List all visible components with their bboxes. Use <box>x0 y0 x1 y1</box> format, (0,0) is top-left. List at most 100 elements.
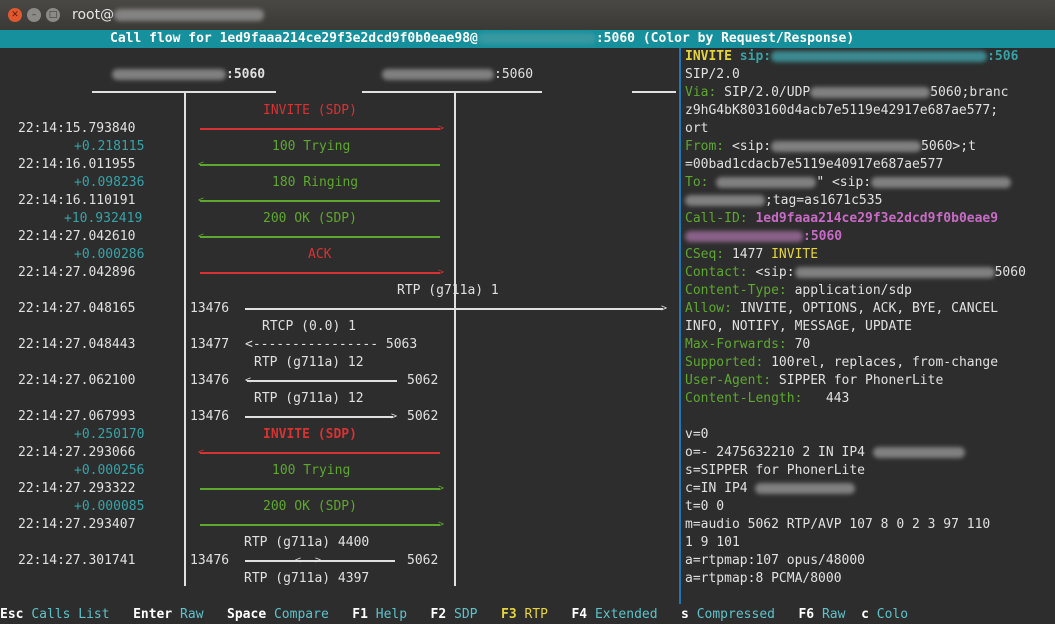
sip-supported: Supported: 100rel, replaces, from-change <box>685 355 999 370</box>
delta: +0.000286 <box>74 247 145 262</box>
arrow-left[interactable]: < <box>198 160 440 170</box>
left-lifeline <box>184 92 186 586</box>
arrow-right[interactable]: > <box>200 268 444 278</box>
key-space[interactable]: Space Compare <box>227 607 329 622</box>
maximize-icon[interactable]: □ <box>46 8 60 22</box>
msg-label-selected[interactable]: INVITE (SDP) <box>263 426 357 444</box>
arrow-right[interactable]: > <box>200 124 444 134</box>
rtp-port: 13476 <box>190 409 230 424</box>
sip-via: Via: SIP/2.0/UDP 5060;branc <box>685 85 1009 100</box>
arrow-left[interactable]: < <box>198 448 440 458</box>
sip-callid-host: :5060 <box>685 228 842 246</box>
msg-label[interactable]: 200 OK (SDP) <box>263 498 357 516</box>
rtp-label[interactable]: RTP (g711a) 4400 <box>244 534 369 552</box>
msg-label[interactable]: 180 Ringing <box>272 174 358 192</box>
sip-cseq: CSeq: 1477 INVITE <box>685 247 819 262</box>
arrow-right[interactable]: > <box>200 484 444 494</box>
rtp-port: 5062 <box>407 373 439 388</box>
rtp-port: 13476 <box>190 373 230 388</box>
key-f3[interactable]: F3 RTP <box>501 607 548 622</box>
rtp-label[interactable]: RTP (g711a) 4397 <box>244 570 369 588</box>
window-title: root@ <box>72 7 265 23</box>
msg-label[interactable]: 200 OK (SDP) <box>263 210 357 228</box>
sdp-line: t=0 0 <box>685 499 725 514</box>
sdp-line: a=rtpmap:8 PCMA/8000 <box>685 571 842 586</box>
timestamp: 22:14:27.042610 <box>18 229 136 244</box>
timestamp: 22:14:27.048165 <box>18 301 136 316</box>
key-f4[interactable]: F4 Extended <box>571 607 657 622</box>
sdp-line: a=rtpmap:107 opus/48000 <box>685 553 866 568</box>
msg-label[interactable]: 100 Trying <box>272 138 350 156</box>
timestamp: 22:14:27.293322 <box>18 481 136 496</box>
delta: +0.250170 <box>74 427 145 442</box>
sdp-line: m=audio 5062 RTP/AVP 107 8 0 2 3 97 110 <box>685 517 991 532</box>
arrow-left[interactable]: < <box>198 232 440 242</box>
msg-label[interactable]: ACK <box>308 246 331 264</box>
rtp-label[interactable]: RTP (g711a) 1 <box>397 282 499 300</box>
timestamp: 22:14:16.110191 <box>18 193 136 208</box>
sip-to-tag: ;tag=as1671c535 <box>685 192 882 210</box>
right-lifeline <box>454 92 456 586</box>
key-f2[interactable]: F2 SDP <box>431 607 478 622</box>
rtp-port: 5062 <box>407 409 439 424</box>
timestamp: 22:14:27.048443 <box>18 337 136 352</box>
sdp-line: o=- 2475632210 2 IN IP4 <box>685 444 965 462</box>
keybinding-bar: Esc Calls List Enter Raw Space Compare F… <box>0 606 1055 624</box>
sip-user-agent: User-Agent: SIPPER for PhonerLite <box>685 373 944 388</box>
key-c[interactable]: c Colo <box>861 607 908 622</box>
rtp-label[interactable]: RTCP (0.0) 1 <box>262 318 356 336</box>
arrow-left[interactable]: < <box>198 196 440 206</box>
rtp-label[interactable]: RTP (g711a) 12 <box>254 354 364 372</box>
rtp-label[interactable]: RTP (g711a) 12 <box>254 390 364 408</box>
sdp-line: c=IN IP4 <box>685 480 856 498</box>
timestamp: 22:14:27.301741 <box>18 553 136 568</box>
sip-version: SIP/2.0 <box>685 67 740 82</box>
key-enter[interactable]: Enter Raw <box>133 607 203 622</box>
sip-allow: Allow: INVITE, OPTIONS, ACK, BYE, CANCEL <box>685 301 999 316</box>
sip-max-forwards: Max-Forwards: 70 <box>685 337 811 352</box>
sip-callid: Call-ID: 1ed9faaa214ce29f3e2dcd9f0b0eae9 <box>685 211 999 226</box>
key-f1[interactable]: F1 Help <box>352 607 407 622</box>
delta: +0.000085 <box>74 499 145 514</box>
far-column-head <box>632 91 676 93</box>
timestamp: 22:14:27.067993 <box>18 409 136 424</box>
timestamp: 22:14:27.293066 <box>18 445 136 460</box>
sip-via-branch: z9hG4bK803160d4acb7e5119e42917e687ae577; <box>685 103 999 118</box>
minimize-icon[interactable]: – <box>27 8 41 22</box>
msg-label[interactable]: 100 Trying <box>272 462 350 480</box>
sip-to: To: " <sip: <box>685 174 1012 192</box>
delta: +0.218115 <box>74 139 145 154</box>
sip-from-tag: =00bad1cdacb7e5119e40917e687ae577 <box>685 157 944 172</box>
timestamp: 22:14:15.793840 <box>18 121 136 136</box>
key-s[interactable]: s Compressed <box>681 607 775 622</box>
rtp-port: 5062 <box>407 553 439 568</box>
key-esc[interactable]: Esc Calls List <box>0 607 110 622</box>
rtcp-port: 13477 <box>190 337 230 352</box>
key-f6[interactable]: F6 Raw <box>798 607 845 622</box>
sip-content-length: Content-Length: 443 <box>685 391 850 406</box>
timestamp: 22:14:27.293407 <box>18 517 136 532</box>
right-host: :5060 <box>382 66 533 84</box>
arrow-right[interactable]: > <box>200 520 444 530</box>
sip-allow-cont: INFO, NOTIFY, MESSAGE, UPDATE <box>685 319 912 334</box>
sip-request-line: INVITE sip::506 <box>685 49 1019 64</box>
rtp-arrow-right[interactable]: > <box>245 412 397 422</box>
sdp-line: s=SIPPER for PhonerLite <box>685 463 866 478</box>
callflow-header: Call flow for 1ed9faaa214ce29f3e2dcd9f0b… <box>0 30 1055 48</box>
sip-from: From: <sip: 5060>;t <box>685 139 976 154</box>
rtp-port: 13476 <box>190 301 230 316</box>
left-host: :5060 <box>112 66 265 84</box>
window-titlebar: ✕ – □ root@ <box>0 0 1055 30</box>
rtp-arrow-left[interactable]: < <box>245 376 397 386</box>
delta: +0.098236 <box>74 175 145 190</box>
sdp-line: 1 9 101 <box>685 535 740 550</box>
pane-separator[interactable] <box>679 48 681 604</box>
delta: +0.000256 <box>74 463 145 478</box>
close-icon[interactable]: ✕ <box>8 8 22 22</box>
rtcp-arrow[interactable]: <---------------- 5063 <box>245 336 417 354</box>
sip-via-rest: ort <box>685 121 709 136</box>
msg-label[interactable]: INVITE (SDP) <box>263 102 357 120</box>
rtp-arrow-bidir[interactable]: < > <box>245 556 395 566</box>
rtp-arrow-right[interactable]: > <box>245 304 667 314</box>
sip-content-type: Content-Type: application/sdp <box>685 283 912 298</box>
